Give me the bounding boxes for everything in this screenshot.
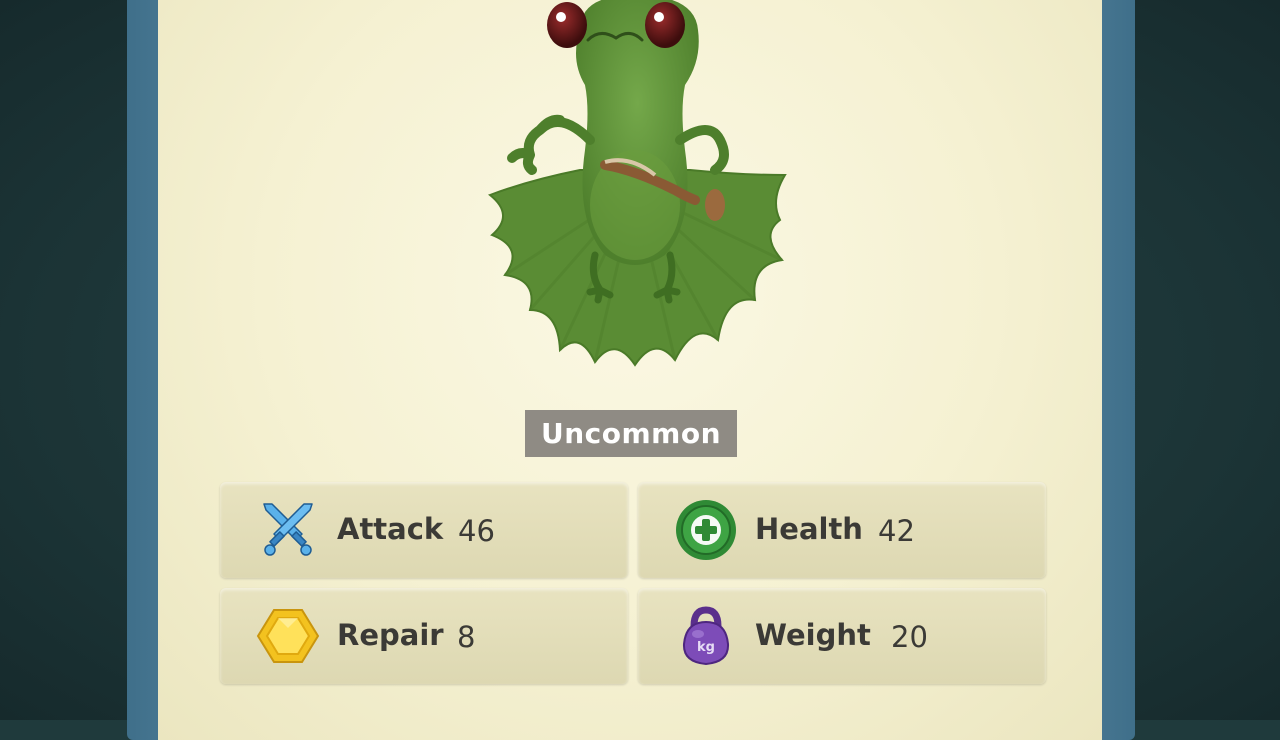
kettlebell-icon: kg — [682, 606, 730, 666]
stat-health: Health 42 — [638, 482, 1046, 578]
attack-value: 46 — [458, 514, 495, 548]
gold-hexagon-icon — [256, 609, 320, 663]
repair-label: Repair — [337, 618, 444, 652]
svg-text:kg: kg — [697, 640, 715, 655]
health-cross-icon — [676, 500, 736, 560]
stat-attack: Attack 46 — [220, 482, 628, 578]
crossed-swords-icon — [263, 503, 313, 556]
health-value: 42 — [878, 514, 915, 548]
weight-value: 20 — [891, 620, 928, 654]
attack-label: Attack — [337, 512, 444, 546]
health-label: Health — [755, 512, 863, 546]
weight-label: Weight — [755, 618, 871, 652]
stat-repair: Repair 8 — [220, 588, 628, 684]
creature-artwork — [488, 0, 787, 367]
stat-weight: kg Weight 20 — [638, 588, 1046, 684]
repair-value: 8 — [457, 620, 476, 654]
rarity-badge: Uncommon — [525, 410, 737, 457]
